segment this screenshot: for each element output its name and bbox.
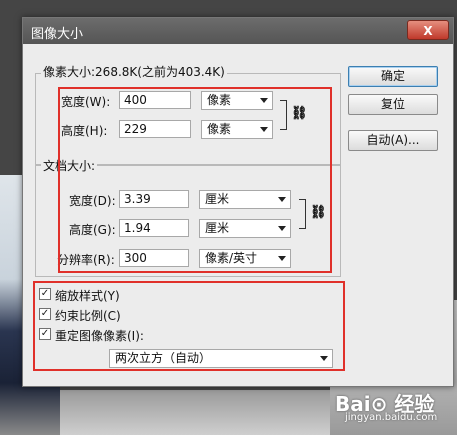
pixel-dimensions-heading: 像素大小:268.8K(之前为403.4K) — [41, 63, 227, 80]
baidu-watermark-url: jingyan.baidu.com — [345, 412, 438, 423]
reset-button[interactable]: 复位 — [348, 94, 438, 115]
auto-button[interactable]: 自动(A)... — [348, 130, 438, 151]
dialog-titlebar[interactable]: 图像大小 X — [23, 18, 453, 44]
highlight-box-size-fields — [58, 87, 332, 273]
close-button[interactable]: X — [407, 20, 449, 40]
ok-button[interactable]: 确定 — [348, 66, 438, 87]
background-photo-road — [60, 390, 330, 435]
dialog-title: 图像大小 — [31, 27, 84, 42]
highlight-box-options — [33, 281, 345, 371]
